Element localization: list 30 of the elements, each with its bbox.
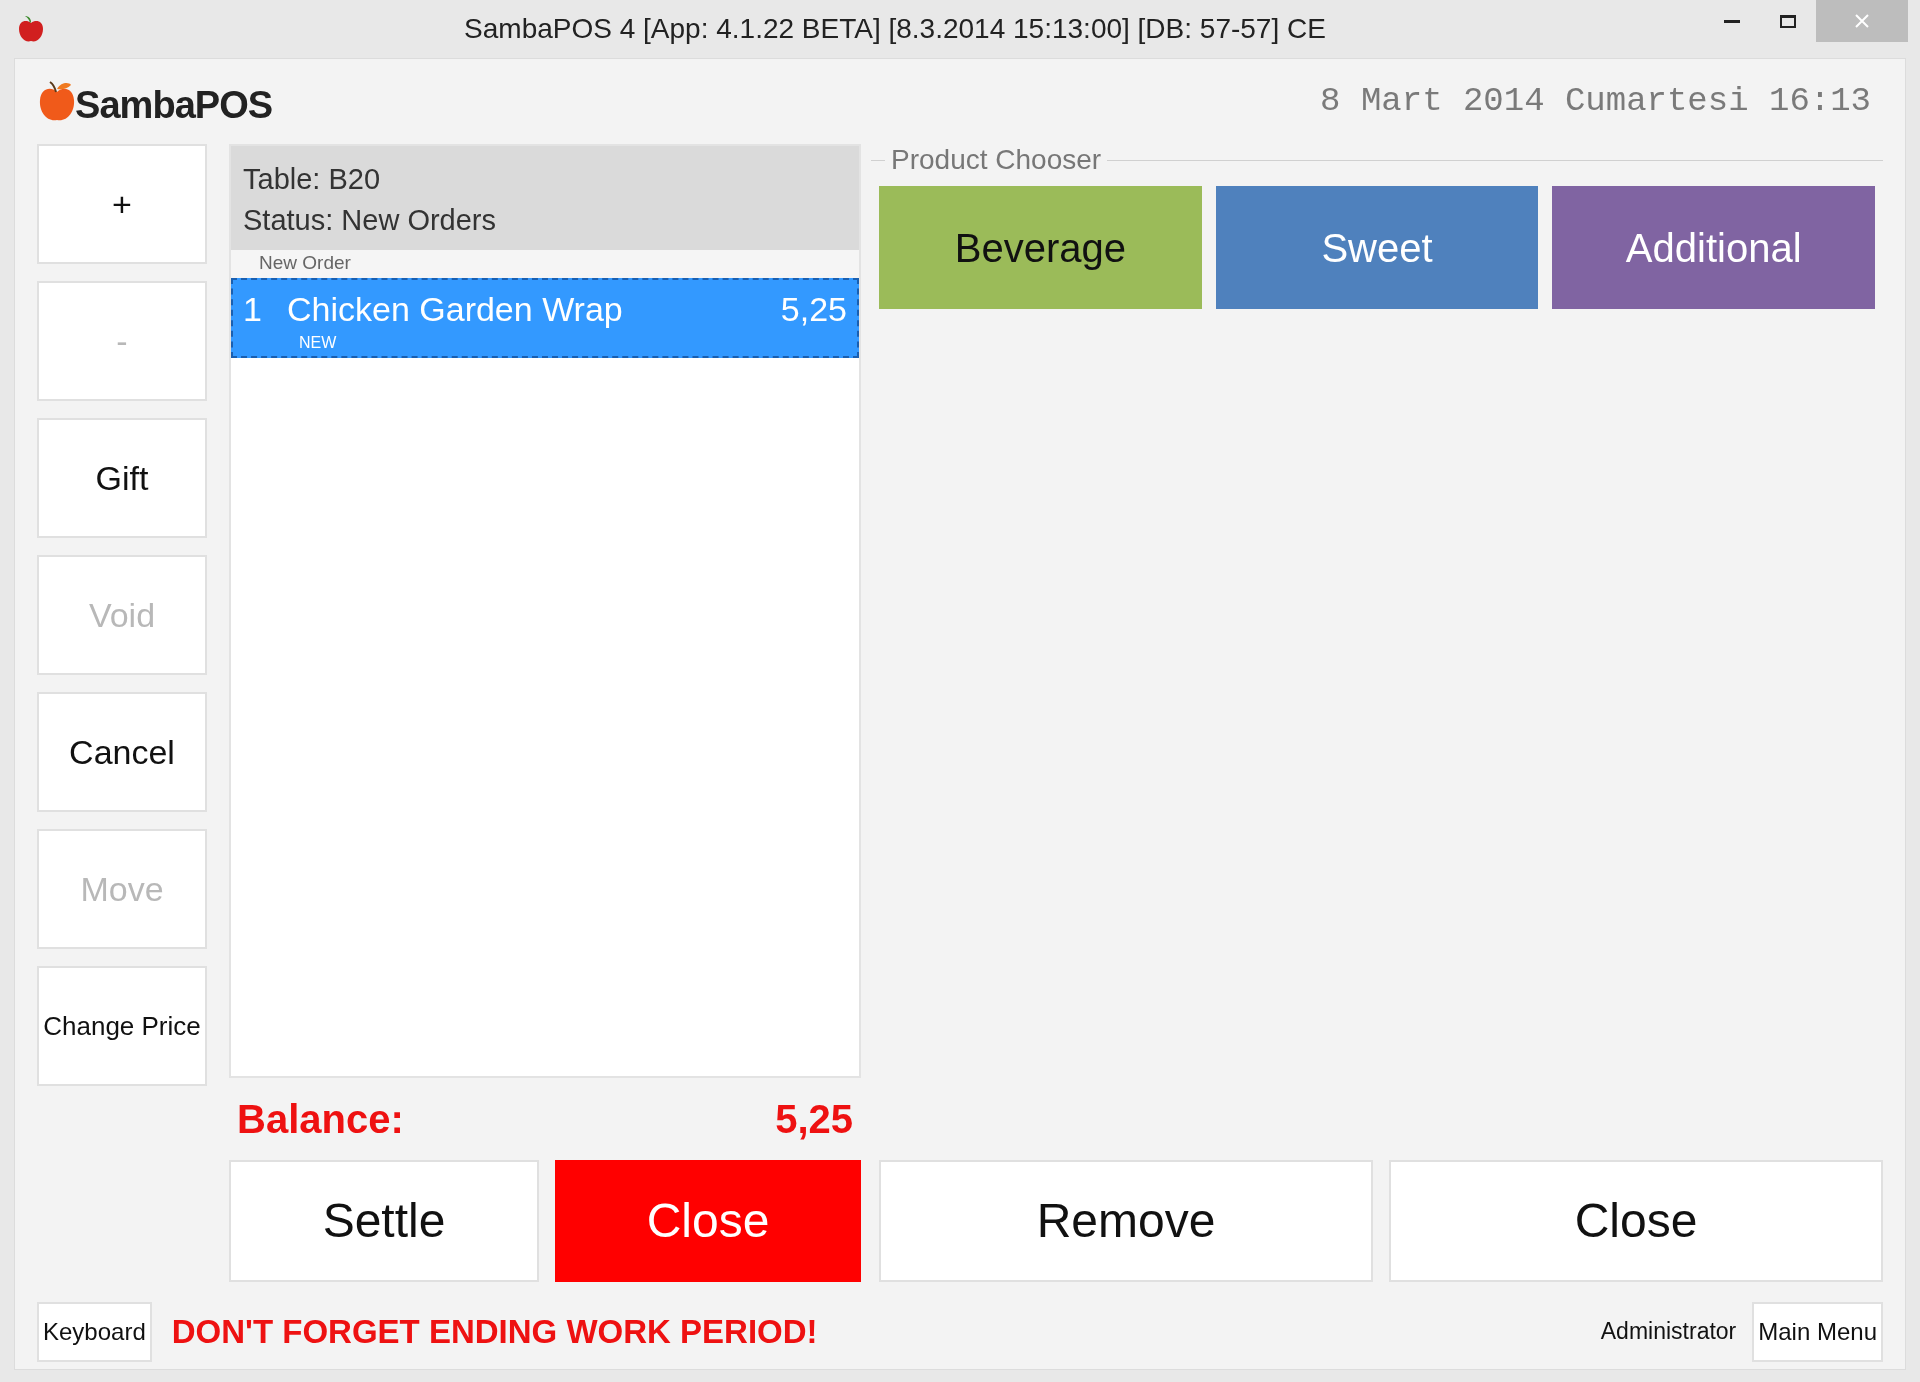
date-time: 8 Mart 2014 Cumartesi 16:13 [1320,81,1871,122]
order-group-label: New Order [259,251,351,276]
logo-text: SambaPOS [75,85,273,124]
keyboard-button[interactable]: Keyboard [37,1301,152,1362]
ticket-action-button[interactable]: Close [555,1160,861,1282]
window-title: SambaPOS 4 [App: 4.1.22 BETA] [8.3.2014 15:13:00] [DB: 57-57] CE [463,12,1327,46]
user-name: Administrator [1600,1317,1737,1347]
category-button[interactable]: Sweet [1215,186,1539,309]
balance-amount: 5,25 [775,1096,853,1143]
ticket-info-text: Status: New Orders [243,202,498,238]
category-button[interactable]: Beverage [879,186,1202,309]
ticket-action-button[interactable]: Settle [229,1160,539,1282]
order-price: 5,25 [780,289,847,331]
product-chooser-title: Product Chooser [890,143,1103,177]
command-button[interactable]: Cancel [37,692,207,812]
product-action-button[interactable]: Remove [879,1160,1373,1282]
command-button[interactable]: + [37,144,207,264]
order-name: Chicken Garden Wrap [287,289,624,331]
product-action-button[interactable]: Close [1389,1160,1883,1282]
order-tag: NEW [299,335,847,352]
command-button[interactable]: Change Price [37,966,207,1086]
order-quantity: 1 [243,289,263,331]
apple-icon [16,14,46,44]
category-button[interactable]: Additional [1552,186,1875,309]
command-button[interactable]: Gift [37,418,207,538]
balance-label: Balance: [237,1096,404,1143]
close-icon [1855,14,1869,28]
main-menu-button[interactable]: Main Menu [1752,1301,1883,1362]
work-period-warning: DON'T FORGET ENDING WORK PERIOD! [171,1311,818,1352]
ticket-info-text: Table: B20 [243,162,382,197]
